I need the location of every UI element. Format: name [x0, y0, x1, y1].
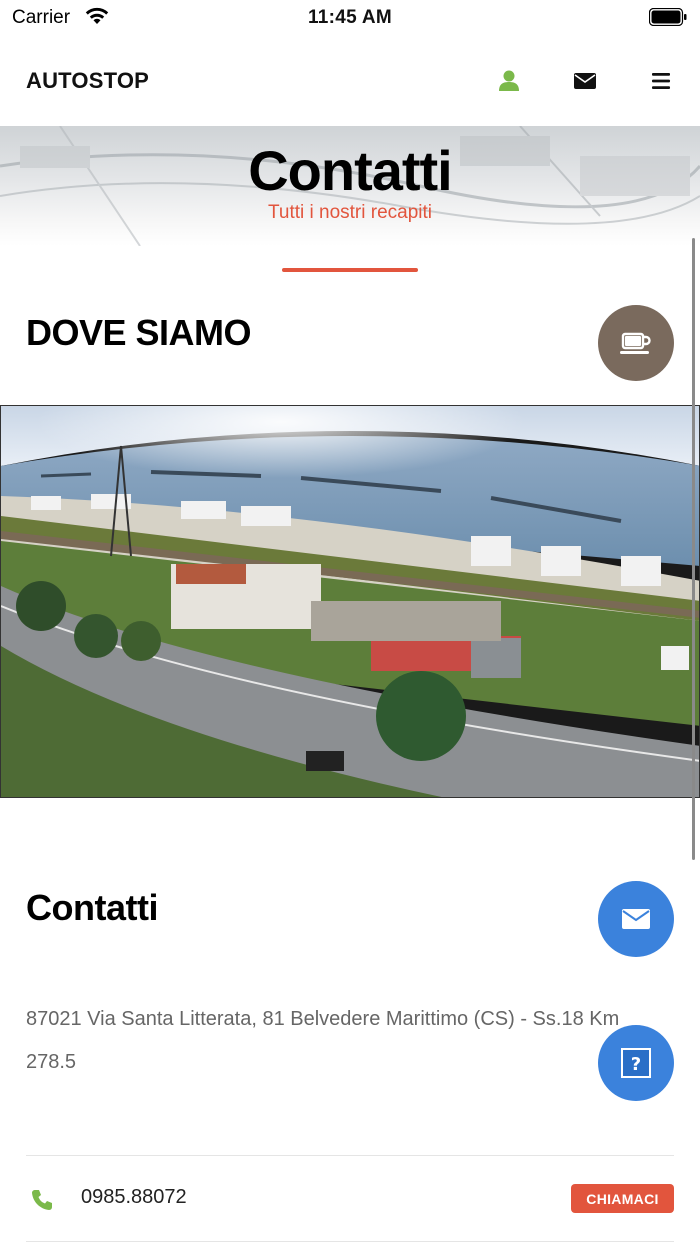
call-button[interactable]: CHIAMACI — [571, 1184, 674, 1213]
phone-number[interactable]: 0985.88072 — [81, 1186, 187, 1209]
location-photo — [0, 405, 700, 798]
divider — [26, 1155, 674, 1156]
svg-text:?: ? — [631, 1054, 641, 1075]
page-title: Contatti — [248, 139, 453, 202]
page-subtitle: Tutti i nostri recapiti — [267, 202, 432, 223]
question-icon: ? — [621, 1048, 651, 1078]
brand-logo[interactable]: AUTOSTOP — [26, 68, 149, 94]
phone-icon — [30, 1188, 54, 1217]
status-bar: Carrier 11:45 AM — [0, 0, 700, 36]
title-underline — [282, 268, 418, 272]
divider — [26, 1241, 674, 1242]
help-button[interactable]: ? — [598, 1025, 674, 1101]
coffee-icon — [620, 332, 651, 354]
status-time: 11:45 AM — [307, 7, 393, 28]
battery-icon — [649, 8, 687, 26]
menu-icon[interactable] — [648, 68, 674, 94]
contatti-heading: Contatti — [26, 887, 158, 928]
scrollbar[interactable] — [692, 238, 695, 860]
email-button[interactable] — [598, 881, 674, 957]
hero-banner: Contatti Tutti i nostri recapiti — [0, 126, 700, 246]
user-icon[interactable] — [496, 68, 522, 94]
envelope-icon — [622, 909, 650, 929]
top-navbar: AUTOSTOP — [0, 36, 700, 126]
dove-siamo-heading: DOVE SIAMO — [26, 312, 252, 353]
address-text: 87021 Via Santa Litterata, 81 Belvedere … — [26, 1008, 620, 1073]
envelope-icon[interactable] — [572, 68, 598, 94]
coffee-button[interactable] — [598, 305, 674, 381]
